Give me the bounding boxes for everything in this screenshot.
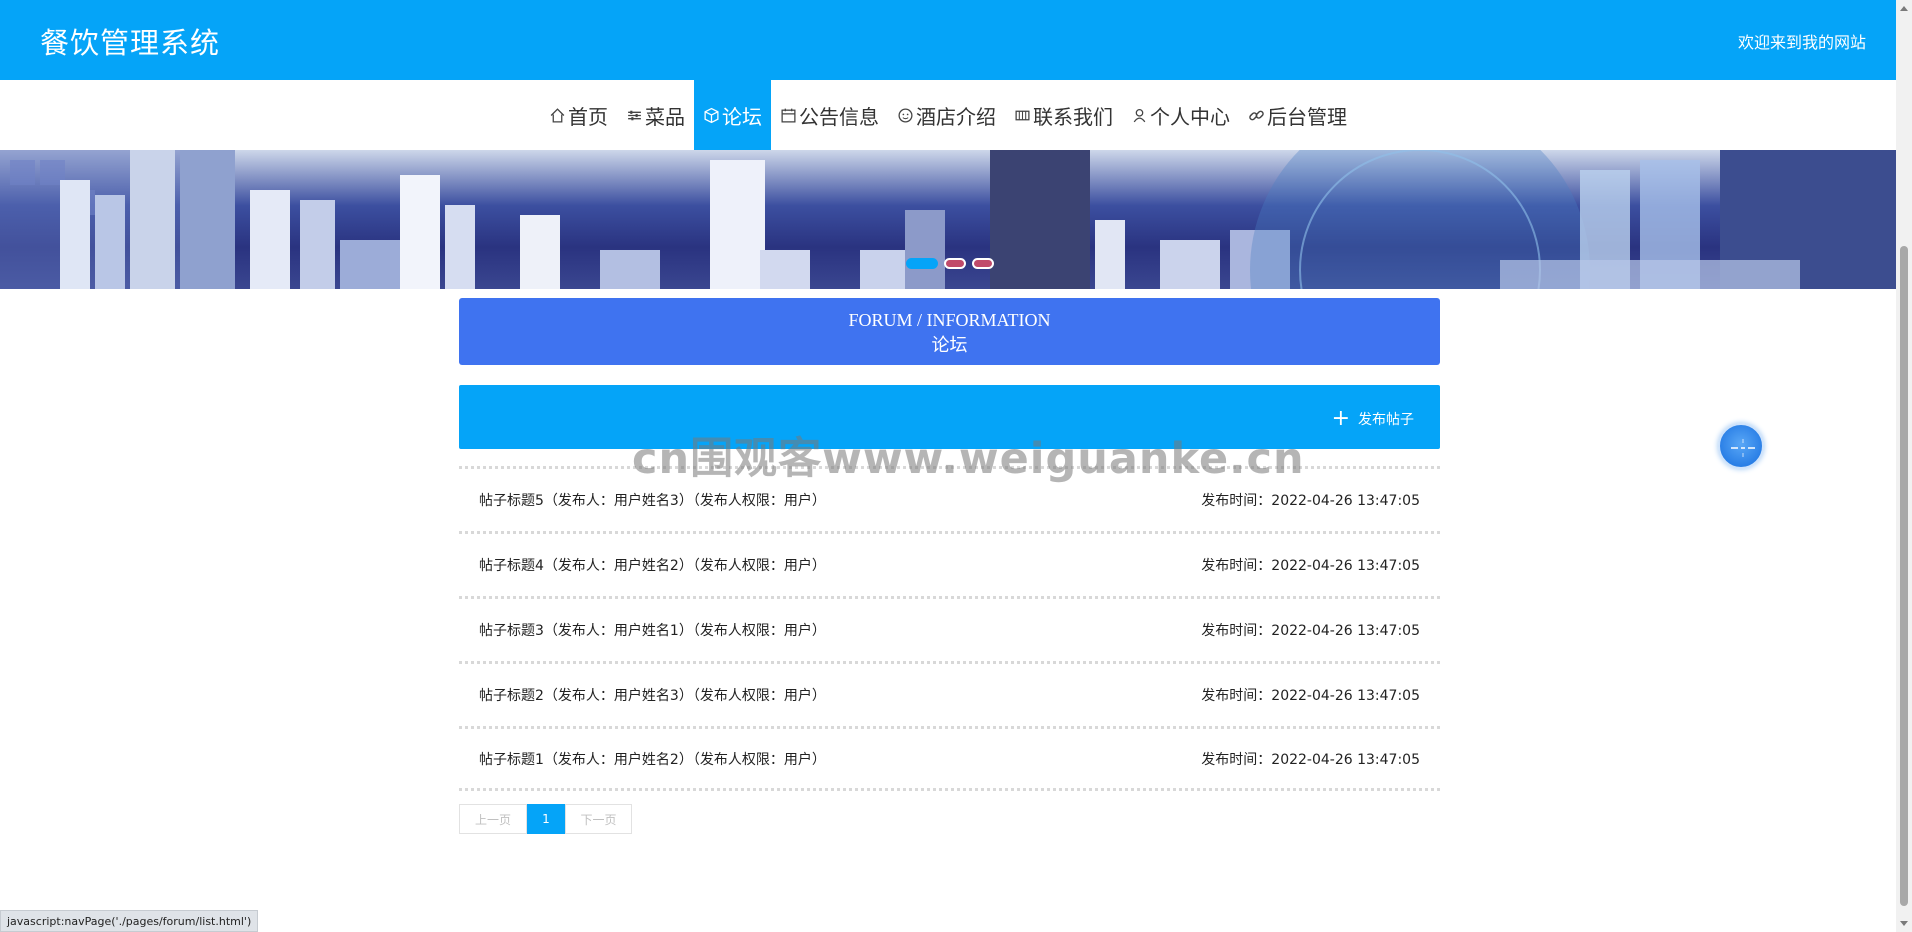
- nav-item-hotel-intro[interactable]: 酒店介绍: [888, 80, 1005, 150]
- list-item[interactable]: 帖子标题4（发布人：用户姓名2）（发布人权限：用户） 发布时间：2022-04-…: [459, 531, 1440, 596]
- carousel-indicators: [906, 258, 994, 269]
- user-icon: [1131, 107, 1148, 124]
- calendar-icon: [780, 107, 797, 124]
- welcome-text: 欢迎来到我的网站: [1737, 33, 1866, 52]
- list-item[interactable]: 帖子标题1（发布人：用户姓名2）（发布人权限：用户） 发布时间：2022-04-…: [459, 726, 1440, 791]
- post-time: 发布时间：2022-04-26 13:47:05: [1201, 751, 1420, 768]
- nav-label: 后台管理: [1267, 104, 1347, 129]
- top-header: 餐饮管理系统 欢迎来到我的网站: [0, 0, 1896, 80]
- main-nav: 首页 菜品 论坛 公告信息 酒店介绍 联系我们 个人中心 后台管理: [0, 80, 1896, 150]
- section-header: FORUM / INFORMATION 论坛: [459, 298, 1440, 365]
- nav-label: 个人中心: [1150, 104, 1230, 129]
- watermark-text: cn围观客www.weiguanke.cn: [632, 434, 1305, 484]
- nav-item-home[interactable]: 首页: [540, 80, 617, 150]
- scroll-down-arrow-icon[interactable]: [1900, 921, 1908, 926]
- dashes-icon: [1731, 439, 1755, 457]
- post-time: 发布时间：2022-04-26 13:47:05: [1201, 623, 1420, 639]
- nav-item-announcements[interactable]: 公告信息: [771, 80, 888, 150]
- link-icon: [1248, 107, 1265, 124]
- site-title: 餐饮管理系统: [40, 26, 221, 60]
- nav-label: 酒店介绍: [916, 104, 996, 129]
- section-title-cn: 论坛: [931, 335, 968, 356]
- browser-status-bar: javascript:navPage('./pages/forum/list.h…: [0, 910, 259, 932]
- scroll-thumb[interactable]: [1900, 246, 1908, 906]
- prev-page-button[interactable]: 上一页: [459, 804, 527, 834]
- current-page-button[interactable]: 1: [527, 804, 565, 834]
- carousel-dot[interactable]: [972, 258, 994, 269]
- post-time: 发布时间：2022-04-26 13:47:05: [1201, 558, 1420, 574]
- publish-post-button[interactable]: + 发布帖子: [1331, 406, 1414, 431]
- post-title: 帖子标题4（发布人：用户姓名2）（发布人权限：用户）: [479, 558, 826, 574]
- nav-item-forum[interactable]: 论坛: [694, 80, 771, 150]
- smile-icon: [897, 107, 914, 124]
- scroll-up-arrow-icon[interactable]: [1900, 6, 1908, 11]
- post-title: 帖子标题3（发布人：用户姓名1）（发布人权限：用户）: [479, 623, 826, 639]
- nav-item-personal-center[interactable]: 个人中心: [1122, 80, 1239, 150]
- post-title: 帖子标题1（发布人：用户姓名2）（发布人权限：用户）: [479, 751, 826, 768]
- floating-menu-button[interactable]: [1718, 423, 1764, 469]
- carousel-dot[interactable]: [944, 258, 966, 269]
- banner-carousel[interactable]: [0, 150, 1896, 289]
- list-item[interactable]: 帖子标题2（发布人：用户姓名3）（发布人权限：用户） 发布时间：2022-04-…: [459, 661, 1440, 726]
- section-title-en: FORUM / INFORMATION: [848, 310, 1051, 330]
- nav-label: 菜品: [645, 104, 685, 129]
- home-icon: [549, 107, 566, 124]
- list-item[interactable]: 帖子标题3（发布人：用户姓名1）（发布人权限：用户） 发布时间：2022-04-…: [459, 596, 1440, 661]
- publish-post-label: 发布帖子: [1358, 412, 1414, 428]
- nav-label: 公告信息: [799, 104, 879, 129]
- pagination: 上一页 1 下一页: [459, 804, 632, 834]
- post-list: 帖子标题5（发布人：用户姓名3）（发布人权限：用户） 发布时间：2022-04-…: [459, 466, 1440, 791]
- post-time: 发布时间：2022-04-26 13:47:05: [1201, 493, 1420, 509]
- nav-item-admin[interactable]: 后台管理: [1239, 80, 1356, 150]
- carousel-dot[interactable]: [906, 258, 938, 269]
- next-page-button[interactable]: 下一页: [565, 804, 632, 834]
- sliders-icon: [626, 107, 643, 124]
- nav-item-contact[interactable]: 联系我们: [1005, 80, 1122, 150]
- cube-icon: [703, 107, 720, 124]
- vertical-scrollbar[interactable]: [1896, 0, 1912, 932]
- nav-label: 首页: [568, 104, 608, 129]
- post-title: 帖子标题2（发布人：用户姓名3）（发布人权限：用户）: [479, 688, 826, 704]
- nav-label: 论坛: [722, 104, 762, 129]
- nav-label: 联系我们: [1033, 104, 1113, 129]
- post-time: 发布时间：2022-04-26 13:47:05: [1201, 688, 1420, 704]
- grid-icon: [1014, 107, 1031, 124]
- plus-icon: +: [1331, 406, 1350, 431]
- post-title: 帖子标题5（发布人：用户姓名3）（发布人权限：用户）: [479, 493, 826, 509]
- nav-item-dishes[interactable]: 菜品: [617, 80, 694, 150]
